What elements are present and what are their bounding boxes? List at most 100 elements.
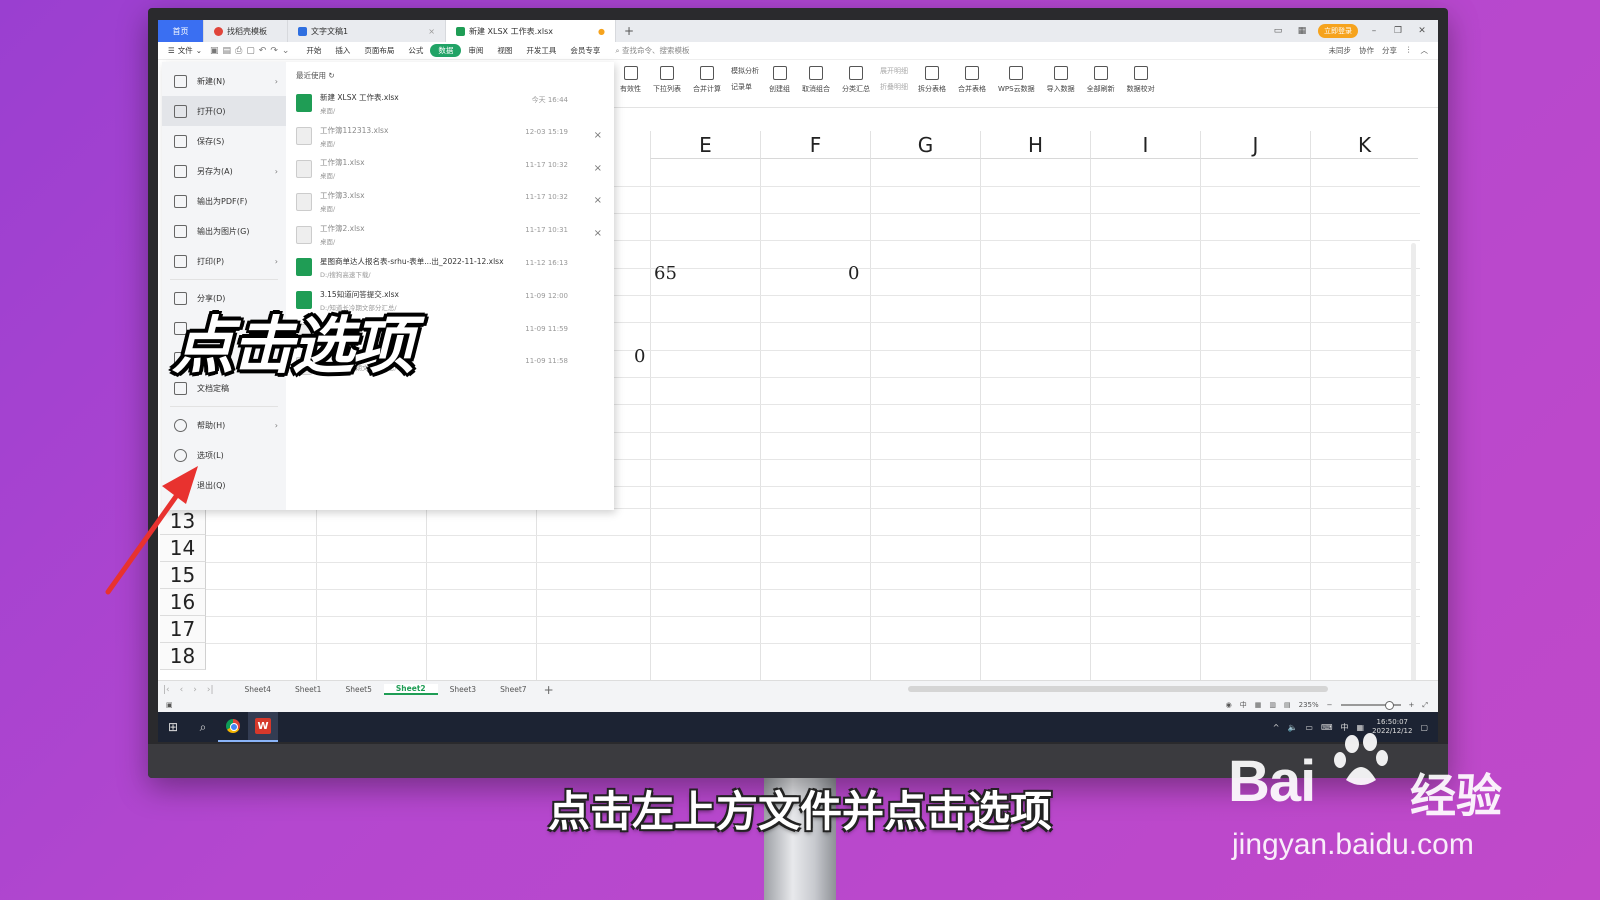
horizontal-scrollbar[interactable] <box>908 686 1328 692</box>
menu-page-layout[interactable]: 页面布局 <box>357 45 401 56</box>
merge-table-button[interactable]: 合并表格 <box>952 66 992 94</box>
row-header-18[interactable]: 18 <box>160 643 206 670</box>
more-quick-icon[interactable]: ⌄ <box>280 46 292 56</box>
tab-xlsx[interactable]: 新建 XLSX 工作表.xlsx ● <box>446 20 616 42</box>
recent-file-item[interactable]: 新建 XLSX 工作表.xlsx 桌面/今天 16:44 <box>296 87 604 120</box>
sheet-tab-active[interactable]: Sheet2 <box>383 684 438 695</box>
next-sheet-icon[interactable]: › <box>188 685 202 695</box>
restore-icon[interactable]: ❐ <box>1390 26 1406 36</box>
fullscreen-icon[interactable]: ⤢ <box>1422 701 1428 710</box>
file-new-item[interactable]: 新建(N) › <box>162 66 286 96</box>
col-header-g[interactable]: G <box>870 131 980 159</box>
sheet-tab[interactable]: Sheet7 <box>488 685 538 694</box>
col-header-k[interactable]: K <box>1310 131 1418 159</box>
tab-doc[interactable]: 文字文稿1 × <box>288 20 446 42</box>
menu-data[interactable]: 数据 <box>430 44 462 57</box>
col-header-i[interactable]: I <box>1090 131 1200 159</box>
recent-file-item[interactable]: 工作簿1.xlsx 桌面/11-17 10:32 × <box>296 153 604 186</box>
file-open-item[interactable]: 打开(O) <box>162 96 286 126</box>
tray-expand-icon[interactable]: ^ <box>1273 723 1280 732</box>
collab-button[interactable]: 协作 <box>1359 45 1374 56</box>
collapse-ribbon-icon[interactable]: ︿ <box>1421 45 1429 56</box>
validity-button[interactable]: 有效性 <box>614 66 647 94</box>
tab-template[interactable]: 找稻壳模板 <box>204 20 288 42</box>
page-break-view-icon[interactable]: ▤ <box>1284 701 1291 709</box>
sheet-tab[interactable]: Sheet1 <box>283 685 333 694</box>
preview-quick-icon[interactable]: ▢ <box>244 46 257 56</box>
sheet-tab[interactable]: Sheet5 <box>333 685 383 694</box>
export-quick-icon[interactable]: ▤ <box>221 46 234 56</box>
file-saveas-item[interactable]: 另存为(A) › <box>162 156 286 186</box>
menu-review[interactable]: 审阅 <box>461 45 490 56</box>
add-sheet-icon[interactable]: + <box>539 683 559 697</box>
row-header-17[interactable]: 17 <box>160 616 206 643</box>
refresh-icon[interactable]: ↻ <box>328 71 334 80</box>
merge-calc-button[interactable]: 合并计算 <box>687 66 727 94</box>
file-help-item[interactable]: 帮助(H) › <box>162 410 286 440</box>
zoom-in-icon[interactable]: + <box>1409 701 1415 709</box>
zoom-out-icon[interactable]: − <box>1327 701 1333 709</box>
cell-d-value[interactable]: 0 <box>634 346 645 367</box>
vertical-scrollbar[interactable] <box>1411 243 1416 703</box>
col-header-j[interactable]: J <box>1200 131 1310 159</box>
file-menu-button[interactable]: ☰ 文件 ⌄ <box>162 45 208 56</box>
recent-file-item[interactable]: 星图商单达人报名表-srhu-表单...出_2022-11-12.xlsx D:/… <box>296 251 604 284</box>
ime-icon[interactable]: 中 <box>1240 700 1247 710</box>
file-image-item[interactable]: 输出为图片(G) <box>162 216 286 246</box>
col-header-e[interactable]: E <box>650 131 760 159</box>
save-quick-icon[interactable]: ▣ <box>208 46 221 56</box>
file-pdf-item[interactable]: 输出为PDF(F) <box>162 186 286 216</box>
cell-f-value[interactable]: 0 <box>848 263 859 284</box>
zoom-level[interactable]: 235% <box>1299 701 1319 709</box>
ungroup-button[interactable]: 取消组合 <box>796 66 836 94</box>
layout-icon[interactable]: ▭ <box>1270 26 1286 36</box>
col-header-f[interactable]: F <box>760 131 870 159</box>
eye-protect-icon[interactable]: ◉ <box>1226 701 1232 709</box>
refresh-all-button[interactable]: 全部刷新 <box>1081 66 1121 94</box>
menu-insert[interactable]: 插入 <box>328 45 357 56</box>
remove-recent-icon[interactable]: × <box>594 163 602 174</box>
menu-formula[interactable]: 公式 <box>401 45 430 56</box>
more-icon[interactable]: ⋮ <box>1405 45 1413 56</box>
print-quick-icon[interactable]: ⎙ <box>233 46 244 56</box>
minimize-icon[interactable]: – <box>1366 26 1382 36</box>
record-button[interactable]: 记录单 <box>731 82 759 92</box>
menu-developer[interactable]: 开发工具 <box>519 45 563 56</box>
close-window-icon[interactable]: ✕ <box>1414 26 1430 36</box>
collapse-detail-button[interactable]: 折叠明细 <box>880 82 908 92</box>
file-print-item[interactable]: 打印(P) › <box>162 246 286 276</box>
new-tab-button[interactable]: + <box>616 20 642 42</box>
search-icon[interactable]: ⌕ <box>188 712 218 742</box>
redo-icon[interactable]: ↷ <box>268 46 280 56</box>
wps-taskbar-button[interactable]: W <box>248 712 278 742</box>
login-button[interactable]: 立即登录 <box>1318 24 1358 38</box>
recent-file-item[interactable]: 工作簿112313.xlsx 桌面/12-03 15:19 × <box>296 120 604 153</box>
macro-icon[interactable]: ▣ <box>158 701 173 709</box>
remove-recent-icon[interactable]: × <box>594 228 602 239</box>
normal-view-icon[interactable]: ▦ <box>1255 701 1262 709</box>
menu-vip[interactable]: 会员专享 <box>563 45 607 56</box>
data-check-button[interactable]: 数据校对 <box>1121 66 1161 94</box>
page-layout-view-icon[interactable]: ▥ <box>1269 701 1276 709</box>
grid-apps-icon[interactable]: ▦ <box>1294 26 1310 36</box>
file-save-item[interactable]: 保存(S) <box>162 126 286 156</box>
import-data-button[interactable]: 导入数据 <box>1041 66 1081 94</box>
notification-icon[interactable]: ▢ <box>1420 723 1428 732</box>
remove-recent-icon[interactable]: × <box>594 195 602 206</box>
command-search[interactable]: ⌕ 查找命令、搜索模板 <box>615 45 689 56</box>
split-table-button[interactable]: 拆分表格 <box>912 66 952 94</box>
undo-icon[interactable]: ↶ <box>257 46 269 56</box>
tab-home[interactable]: 首页 <box>158 20 204 42</box>
menu-view[interactable]: 视图 <box>490 45 519 56</box>
last-sheet-icon[interactable]: ›| <box>202 685 219 695</box>
cell-e-value[interactable]: 65 <box>654 263 677 284</box>
dropdown-list-button[interactable]: 下拉列表 <box>647 66 687 94</box>
col-header-h[interactable]: H <box>980 131 1090 159</box>
windows-start-icon[interactable]: ⊞ <box>158 712 188 742</box>
sync-status[interactable]: 未同步 <box>1329 45 1352 56</box>
menu-start[interactable]: 开始 <box>299 45 328 56</box>
create-group-button[interactable]: 创建组 <box>763 66 796 94</box>
close-icon[interactable]: × <box>428 27 435 36</box>
expand-detail-button[interactable]: 展开明细 <box>880 66 908 76</box>
chrome-taskbar-button[interactable] <box>218 712 248 742</box>
